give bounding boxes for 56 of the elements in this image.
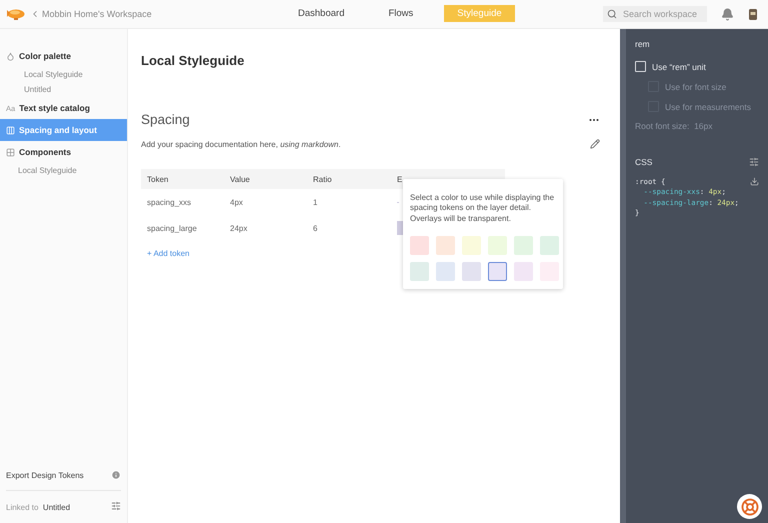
export-tokens-label[interactable]: Export Design Tokens bbox=[6, 470, 84, 480]
info-icon[interactable] bbox=[111, 470, 121, 480]
column-header: Token bbox=[147, 174, 170, 184]
bell-icon[interactable] bbox=[721, 8, 734, 20]
color-swatch[interactable] bbox=[488, 262, 507, 282]
search-icon bbox=[607, 9, 617, 19]
color-swatch[interactable] bbox=[540, 236, 559, 256]
search-field[interactable]: Search workspace bbox=[603, 6, 707, 22]
sidebar-subitem[interactable]: Local Styleguide bbox=[0, 67, 127, 82]
token-cell-text: spacing_xxs bbox=[147, 198, 192, 206]
color-swatch[interactable] bbox=[514, 236, 533, 256]
sidebar-subitem[interactable]: Untitled bbox=[0, 82, 127, 97]
edit-icon[interactable] bbox=[590, 139, 600, 149]
color-swatch[interactable] bbox=[488, 236, 507, 256]
ratio-cell-text: 6 bbox=[313, 224, 318, 232]
linked-label: Linked to bbox=[6, 503, 38, 512]
value-cell-text: 4px bbox=[230, 198, 244, 206]
columns-icon bbox=[6, 126, 15, 134]
popover-text: Select a color to use while displaying the spacing tokens on the layer detail. Overlays will be transparent. bbox=[410, 193, 556, 224]
sidebar-item[interactable]: Spacing and layout bbox=[0, 119, 127, 141]
sidebar-item[interactable]: Components bbox=[0, 141, 127, 163]
column-header: Ratio bbox=[313, 174, 333, 184]
sidebar-subitem[interactable]: Local Styleguide bbox=[0, 163, 127, 178]
color-swatch[interactable] bbox=[410, 262, 429, 282]
download-icon[interactable] bbox=[750, 177, 759, 186]
sidebar-item[interactable]: Color palette bbox=[0, 45, 127, 67]
root-font-size: Root font size: 16px bbox=[635, 121, 714, 131]
section-description: Add your spacing documentation here, using markdown. bbox=[141, 140, 341, 148]
value-cell-text: 24px bbox=[230, 224, 248, 232]
nav-tab[interactable]: Dashboard bbox=[285, 5, 358, 22]
ratio-cell-text: 1 bbox=[313, 198, 318, 206]
css-title: CSS bbox=[635, 157, 652, 167]
color-swatch[interactable] bbox=[462, 236, 481, 256]
settings-icon[interactable] bbox=[111, 501, 121, 511]
workspace-link[interactable]: Mobbin Home's Workspace bbox=[30, 9, 152, 19]
help-button[interactable] bbox=[737, 494, 762, 519]
column-header: Value bbox=[230, 174, 251, 184]
color-swatch[interactable] bbox=[436, 262, 455, 282]
color-swatch[interactable] bbox=[462, 262, 481, 282]
add-token-link[interactable]: + Add token bbox=[141, 241, 600, 266]
settings-icon[interactable] bbox=[749, 157, 759, 167]
grid-icon bbox=[6, 148, 15, 156]
color-swatch[interactable] bbox=[514, 262, 533, 282]
section-title: Spacing bbox=[141, 112, 190, 127]
nav-tab[interactable]: Flows bbox=[375, 5, 426, 22]
rem-option[interactable]: Use “rem” unit bbox=[635, 61, 759, 72]
token-cell-text: spacing_large bbox=[147, 224, 198, 232]
avatar-icon[interactable] bbox=[748, 8, 758, 20]
color-swatch[interactable] bbox=[410, 236, 429, 256]
color-swatch[interactable] bbox=[436, 236, 455, 256]
page-title: Local Styleguide bbox=[141, 53, 246, 68]
rem-title: rem bbox=[635, 39, 651, 49]
column-header: E bbox=[397, 174, 404, 184]
drop-icon bbox=[6, 52, 15, 60]
linked-project-link[interactable]: Untitled bbox=[42, 503, 70, 512]
zeppelin-logo-icon[interactable] bbox=[6, 7, 26, 21]
